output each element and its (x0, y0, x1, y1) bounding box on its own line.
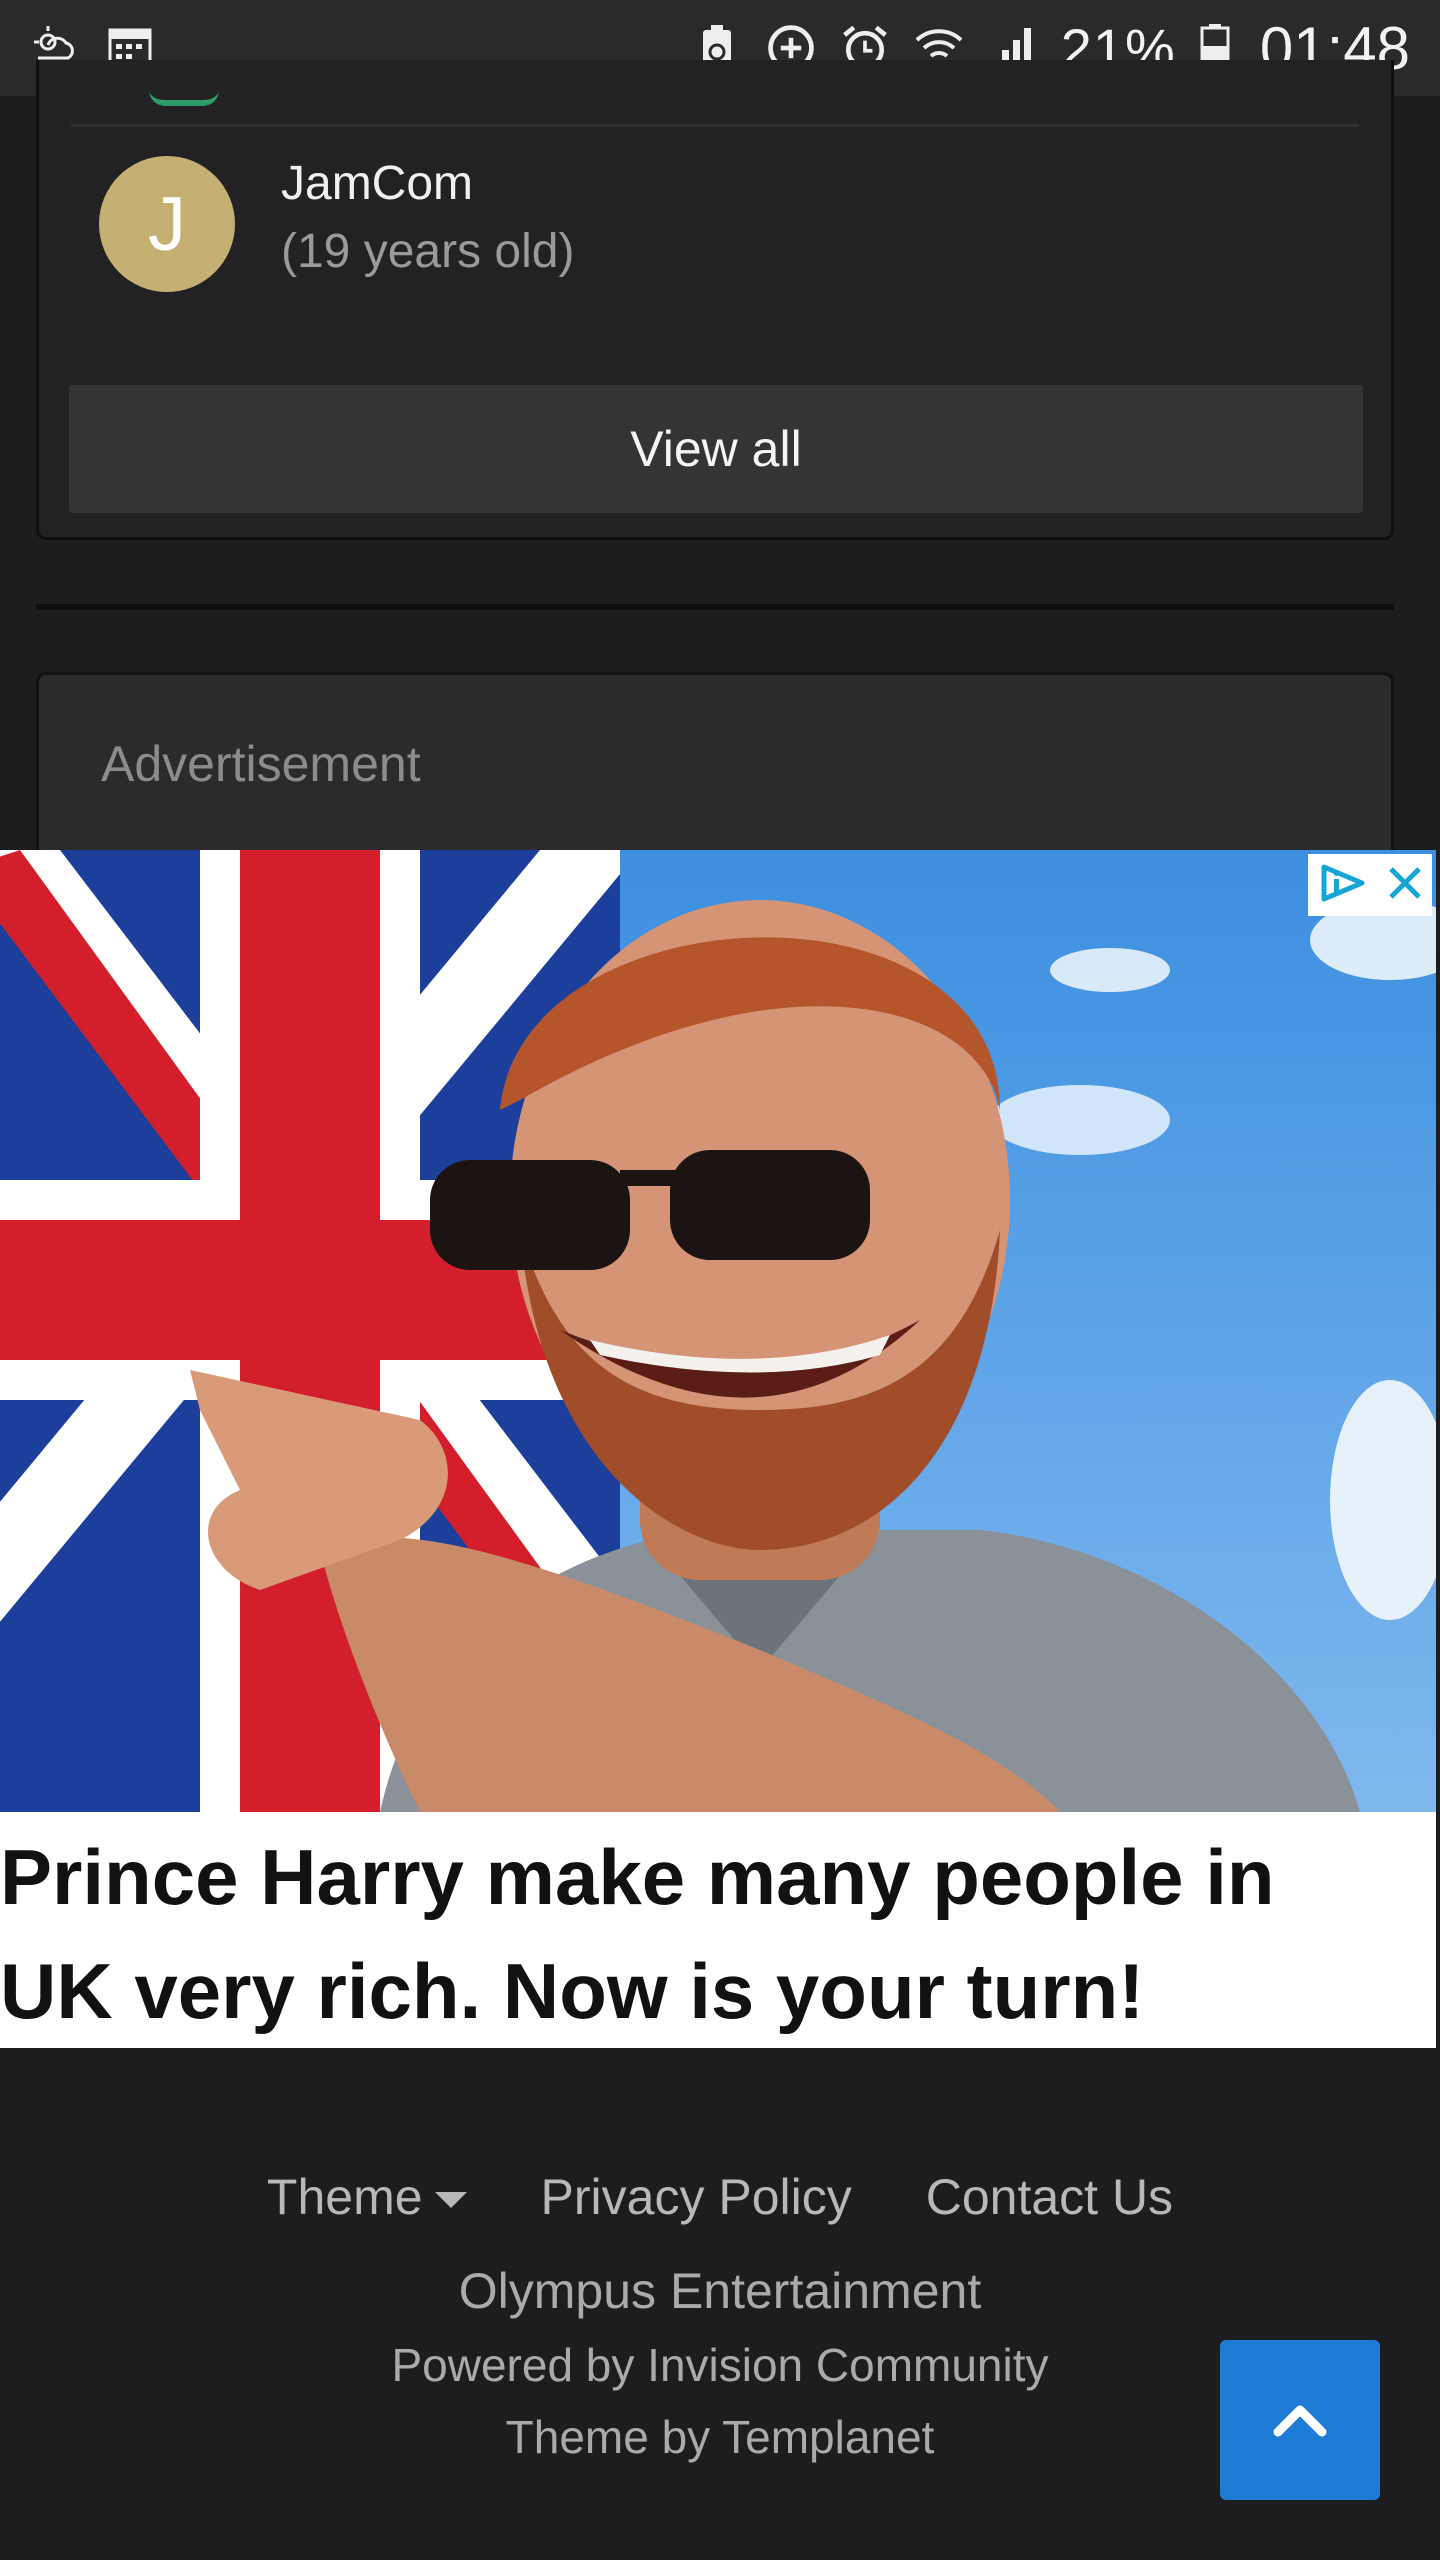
avatar[interactable]: J (99, 156, 235, 292)
company-link[interactable]: Olympus Entertainment (0, 2262, 1440, 2320)
ad-banner[interactable]: Prince Harry make many people in UK very… (0, 850, 1436, 2048)
advertisement-panel: Advertisement (36, 672, 1394, 852)
avatar-partial (149, 90, 219, 106)
ad-caption-line: Prince Harry make many people in (0, 1833, 1275, 1921)
ad-image[interactable] (0, 850, 1436, 1812)
ad-controls (1308, 854, 1432, 916)
section-divider (36, 604, 1394, 610)
theme-menu[interactable]: Theme (267, 2168, 467, 2226)
member-age: (19 years old) (281, 225, 575, 278)
chevron-up-icon (1273, 2405, 1327, 2437)
view-all-button[interactable]: View all (69, 385, 1363, 513)
advertisement-label: Advertisement (101, 736, 421, 792)
ad-caption-line: UK very rich. Now is your turn! (0, 1947, 1145, 2035)
list-divider (71, 124, 1359, 127)
back-to-top-button[interactable] (1220, 2340, 1380, 2500)
list-item[interactable]: J JamCom (19 years old) (99, 156, 574, 292)
member-name[interactable]: JamCom (281, 152, 574, 216)
contact-us-link[interactable]: Contact Us (926, 2168, 1173, 2226)
members-card: J JamCom (19 years old) View all (36, 60, 1394, 540)
footer-links: Theme Privacy Policy Contact Us (0, 2168, 1440, 2226)
adchoices-icon[interactable] (1316, 861, 1370, 910)
close-icon[interactable] (1385, 863, 1425, 908)
theme-label: Theme (266, 2169, 423, 2225)
privacy-policy-link[interactable]: Privacy Policy (541, 2168, 852, 2226)
ad-caption[interactable]: Prince Harry make many people in UK very… (0, 1812, 1436, 2048)
caret-down-icon (434, 2192, 467, 2208)
